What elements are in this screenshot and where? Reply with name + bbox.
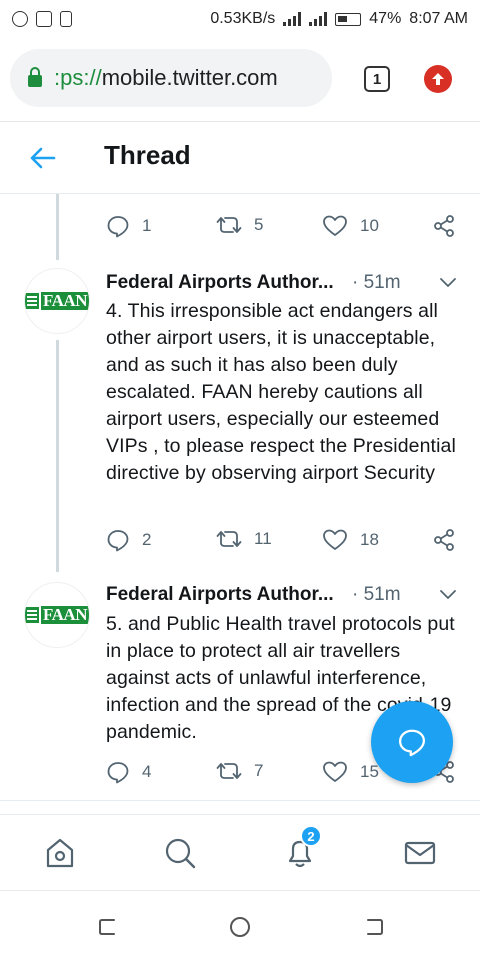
bottom-navigation: 2: [0, 814, 480, 890]
back-button[interactable]: [28, 144, 58, 172]
home-circle-icon[interactable]: [228, 915, 252, 939]
reply-button[interactable]: 2: [106, 528, 151, 552]
like-count: 10: [360, 216, 379, 235]
reply-button[interactable]: 4: [106, 760, 151, 784]
page-title: Thread: [104, 140, 191, 170]
status-left-icons: [12, 11, 72, 27]
retweet-icon: [216, 531, 242, 547]
tweet-actions: 1 5 10: [106, 214, 456, 244]
signal-2-icon: [309, 12, 328, 26]
signal-icon: [283, 12, 302, 26]
avatar-text: FAAN: [41, 605, 89, 624]
thread-header: Thread: [0, 122, 480, 194]
reply-count: 4: [142, 762, 152, 781]
battery-saver-icon: [60, 11, 72, 27]
divider: [0, 800, 480, 801]
search-icon: [165, 838, 196, 869]
retweet-button[interactable]: 11: [216, 528, 272, 550]
nav-search[interactable]: [162, 835, 198, 871]
reply-count: 1: [142, 216, 152, 235]
tweet-actions: 2 11 18: [106, 528, 456, 558]
clock: 8:07 AM: [409, 10, 468, 27]
reply-count: 2: [142, 530, 152, 549]
heart-icon: [323, 215, 347, 236]
reply-icon: [107, 530, 129, 552]
update-button[interactable]: [424, 65, 452, 93]
tweet-time[interactable]: · 51m: [352, 584, 401, 606]
reply-icon: [107, 216, 129, 238]
status-bar: 0.53KB/s 47% 8:07 AM: [0, 0, 480, 38]
battery-icon: [335, 12, 362, 26]
url-host: mobile.twitter.com: [101, 65, 278, 90]
like-count: 18: [360, 530, 379, 549]
tab-switcher-button[interactable]: 1: [364, 66, 390, 92]
home-icon: [46, 838, 74, 868]
reply-icon: [107, 762, 129, 784]
faan-mark-icon: [25, 293, 40, 309]
share-icon: [434, 215, 454, 237]
compose-reply-button[interactable]: [371, 701, 453, 783]
nav-home[interactable]: [42, 835, 78, 871]
reply-bubble-icon: [399, 729, 425, 757]
faan-logo: FAAN: [25, 292, 89, 310]
share-button[interactable]: [432, 214, 456, 238]
faan-mark-icon: [25, 607, 40, 623]
back-arrow-icon: [30, 147, 56, 169]
address-bar[interactable]: :ps://mobile.twitter.com: [10, 49, 332, 107]
battery-percent: 47%: [369, 10, 402, 27]
retweet-icon: [216, 763, 242, 779]
status-right: 0.53KB/s 47% 8:07 AM: [210, 10, 468, 28]
browser-toolbar: :ps://mobile.twitter.com 1: [0, 38, 480, 122]
url-scheme: :ps://: [54, 65, 102, 90]
retweet-count: 11: [254, 529, 272, 548]
author-name[interactable]: Federal Airports Author...: [106, 272, 334, 294]
retweet-button[interactable]: 5: [216, 214, 263, 236]
share-icon: [434, 529, 454, 551]
retweet-count: 7: [254, 761, 264, 780]
like-button[interactable]: 10: [322, 214, 379, 238]
like-button[interactable]: 18: [322, 528, 379, 552]
screenshot-icon: [36, 11, 52, 27]
whatsapp-icon: [12, 11, 28, 27]
reply-button[interactable]: 1: [106, 214, 151, 238]
chevron-down-icon[interactable]: [440, 590, 456, 600]
avatar[interactable]: FAAN: [24, 268, 90, 334]
nav-messages[interactable]: [402, 835, 438, 871]
heart-icon: [323, 761, 347, 782]
recents-icon[interactable]: [96, 915, 120, 939]
tweet-text: 4. This irresponsible act endangers all …: [106, 300, 456, 484]
like-count: 15: [360, 762, 379, 781]
system-navigation: [0, 890, 480, 960]
back-nav-icon[interactable]: [362, 915, 386, 939]
network-speed: 0.53KB/s: [210, 10, 276, 27]
heart-icon: [323, 529, 347, 550]
avatar-text: FAAN: [41, 291, 89, 310]
retweet-icon: [216, 217, 242, 233]
author-name[interactable]: Federal Airports Author...: [106, 584, 334, 606]
chevron-down-icon[interactable]: [440, 278, 456, 288]
retweet-count: 5: [254, 215, 264, 234]
messages-icon: [404, 841, 436, 865]
arrow-up-icon: [432, 73, 444, 85]
retweet-button[interactable]: 7: [216, 760, 263, 782]
thread-connector: [56, 340, 59, 572]
notification-badge: 2: [300, 825, 322, 847]
faan-logo: FAAN: [25, 606, 89, 624]
share-button[interactable]: [432, 528, 456, 552]
thread-connector: [56, 194, 59, 260]
like-button[interactable]: 15: [322, 760, 379, 784]
tweet-time[interactable]: · 51m: [352, 272, 401, 294]
url-text: :ps://mobile.twitter.com: [54, 65, 278, 91]
lock-icon: [28, 67, 42, 87]
avatar[interactable]: FAAN: [24, 582, 90, 648]
